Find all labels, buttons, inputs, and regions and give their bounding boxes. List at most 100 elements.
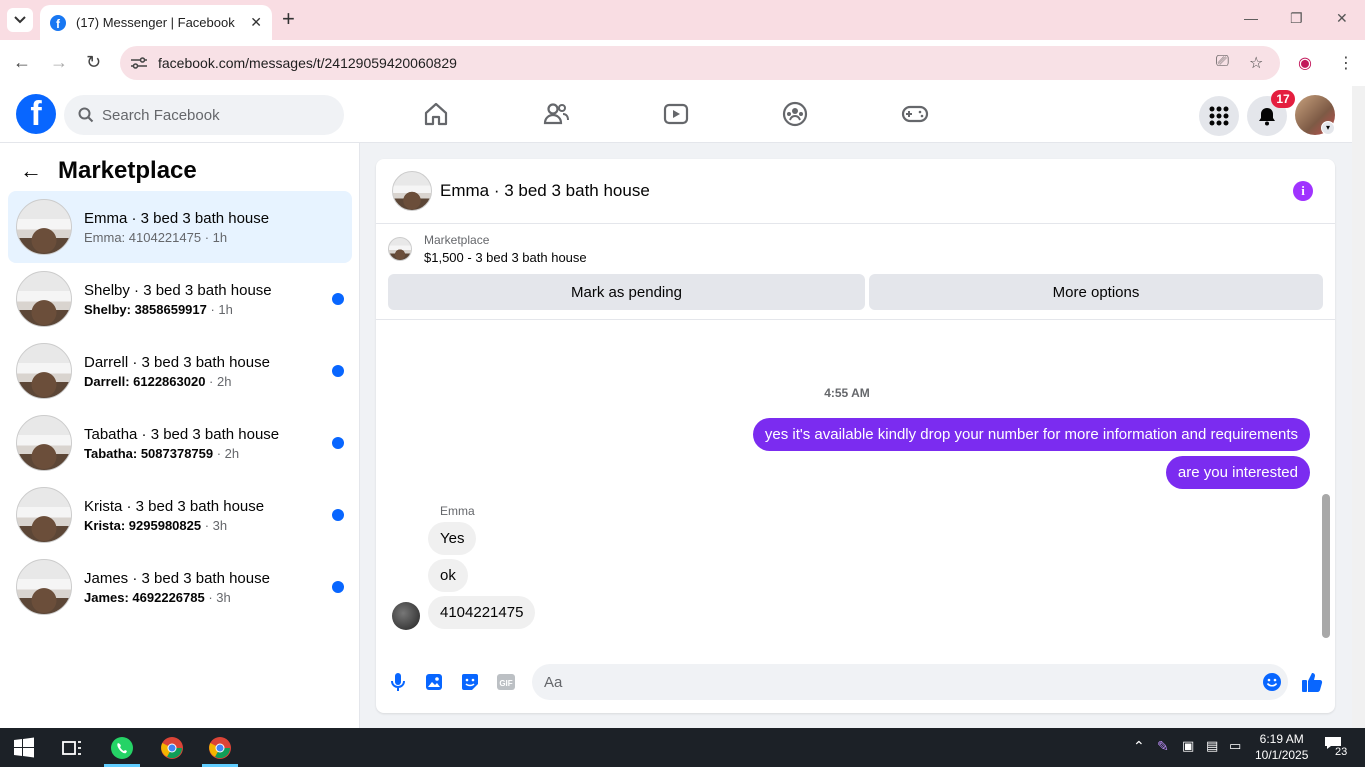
windows-taskbar: ⌃ ✎ ▣ ▤ ▭ 6:19 AM 10/1/2025 23 [0,728,1365,767]
conversation-time: · 1h [201,229,228,245]
menu-grid-button[interactable] [1199,96,1239,136]
chat-header: Emma · 3 bed 3 bath house i [376,159,1335,224]
search-placeholder: Search Facebook [102,106,220,124]
unread-dot [332,437,344,449]
gaming-icon[interactable] [901,100,929,128]
meet-tray-icon[interactable]: ▣ [1182,738,1194,754]
minimize-button[interactable]: — [1244,10,1258,26]
profile-icon[interactable]: ◉ [1298,53,1312,73]
home-icon[interactable] [422,100,450,128]
restore-button[interactable]: ❐ [1290,10,1303,27]
search-input[interactable]: Search Facebook [64,95,344,135]
bookmark-star-icon[interactable]: ☆ [1249,53,1263,73]
listing-summary[interactable]: Marketplace $1,500 - 3 bed 3 bath house [388,233,587,265]
clock-date: 10/1/2025 [1255,748,1309,762]
scrollbar-thumb[interactable] [1322,494,1330,638]
facebook-favicon: f [50,14,66,31]
back-arrow-icon[interactable]: ← [20,158,42,184]
conversation-item[interactable]: Emma · 3 bed 3 bath house Emma: 41042214… [8,191,352,263]
install-app-icon[interactable]: ⎚ [1216,53,1229,71]
conversation-item[interactable]: Darrell · 3 bed 3 bath house Darrell: 61… [8,335,352,407]
grid-icon [1209,106,1229,126]
incoming-message[interactable]: ok [428,559,468,592]
listing-label: Marketplace [424,233,490,247]
page-scrollbar[interactable] [1352,86,1365,728]
task-view-icon[interactable] [60,736,84,760]
facebook-top-nav: f Search Facebook 17 ▾ [0,86,1352,143]
close-tab-icon[interactable]: ✕ [250,14,262,31]
conversation-time: · 3h [204,589,231,605]
browser-menu-icon[interactable]: ⋮ [1338,53,1354,73]
gif-icon[interactable]: GIF [495,671,517,693]
conversation-preview: Darrell: 6122863020 [84,373,206,389]
info-icon[interactable]: i [1293,181,1313,201]
listing-thumbnail [16,343,72,399]
chat-listing-avatar[interactable] [392,171,432,211]
notification-center-button[interactable]: 23 [1324,736,1349,758]
clock-time: 6:19 AM [1259,732,1304,746]
conversation-name: Darrell · 3 bed 3 bath house [84,353,270,371]
reload-button[interactable]: ↻ [86,52,101,72]
chat-panel: Emma · 3 bed 3 bath house i Marketplace … [376,159,1335,713]
message-list: 4:55 AM yes it's available kindly drop y… [376,319,1335,649]
marketplace-sidebar: ← Marketplace Emma · 3 bed 3 bath house … [0,143,360,728]
mark-as-pending-button[interactable]: Mark as pending [388,274,865,310]
conversation-item[interactable]: James · 3 bed 3 bath house James: 469222… [8,551,352,623]
chrome-icon[interactable] [160,736,184,760]
conversation-item[interactable]: Shelby · 3 bed 3 bath house Shelby: 3858… [8,263,352,335]
windows-start-icon[interactable] [12,736,36,760]
tray-chevron-icon[interactable]: ⌃ [1133,738,1145,755]
notification-count: 23 [1334,746,1349,758]
video-icon[interactable] [662,100,690,128]
forward-button[interactable]: → [50,52,68,72]
outgoing-message[interactable]: are you interested [1165,456,1310,489]
groups-icon[interactable] [781,100,809,128]
bell-icon [1259,108,1275,126]
conversation-preview: Shelby: 3858659917 [84,301,207,317]
conversation-time: · 3h [201,517,228,533]
microphone-icon[interactable] [387,671,409,693]
pen-tray-icon[interactable]: ✎ [1157,738,1169,755]
close-window-button[interactable]: ✕ [1336,10,1348,27]
tab-search-button[interactable] [7,8,33,32]
conversation-name: Krista · 3 bed 3 bath house [84,497,265,515]
battery-icon[interactable]: ▭ [1229,738,1241,754]
friends-icon[interactable] [542,100,570,128]
browser-tab[interactable]: f (17) Messenger | Facebook ✕ [40,5,272,40]
outgoing-message[interactable]: yes it's available kindly drop your numb… [752,418,1310,451]
message-timestamp: 4:55 AM [824,386,870,400]
incoming-message[interactable]: 4104221475 [428,596,536,629]
sender-avatar[interactable] [392,602,420,630]
message-scrollbar[interactable] [1322,324,1330,646]
listing-thumbnail [16,199,72,255]
whatsapp-icon[interactable] [110,736,134,760]
emoji-icon[interactable] [1261,671,1283,693]
like-thumb-icon[interactable] [1301,671,1323,693]
incoming-message[interactable]: Yes [428,522,477,555]
url-field[interactable]: facebook.com/messages/t/2412905942006082… [120,46,1280,80]
chrome-profile-icon[interactable] [208,736,232,760]
conversation-preview: Krista: 9295980825 [84,517,202,533]
system-clock[interactable]: 6:19 AM 10/1/2025 [1255,731,1308,763]
unread-dot [332,293,344,305]
message-input[interactable]: Aa [532,664,1288,700]
sticker-icon[interactable] [459,671,481,693]
new-tab-button[interactable]: + [282,8,295,30]
more-options-button[interactable]: More options [869,274,1323,310]
conversation-item[interactable]: Krista · 3 bed 3 bath house Krista: 9295… [8,479,352,551]
conversation-name: Emma · 3 bed 3 bath house [84,209,270,227]
back-button[interactable]: ← [13,52,31,72]
conversation-item[interactable]: Tabatha · 3 bed 3 bath house Tabatha: 50… [8,407,352,479]
photo-icon[interactable] [423,671,445,693]
unread-dot [332,365,344,377]
display-tray-icon[interactable]: ▤ [1206,738,1218,754]
listing-thumbnail [16,271,72,327]
listing-thumbnail [388,237,412,261]
chat-title[interactable]: Emma · 3 bed 3 bath house [440,181,650,201]
conversation-name: James · 3 bed 3 bath house [84,569,270,587]
account-chevron-icon[interactable]: ▾ [1321,121,1335,135]
site-settings-icon[interactable] [130,56,148,70]
facebook-logo[interactable]: f [16,94,56,134]
address-bar-row: ← → ↻ facebook.com/messages/t/2412905942… [0,40,1365,86]
chevron-down-icon [14,16,26,24]
